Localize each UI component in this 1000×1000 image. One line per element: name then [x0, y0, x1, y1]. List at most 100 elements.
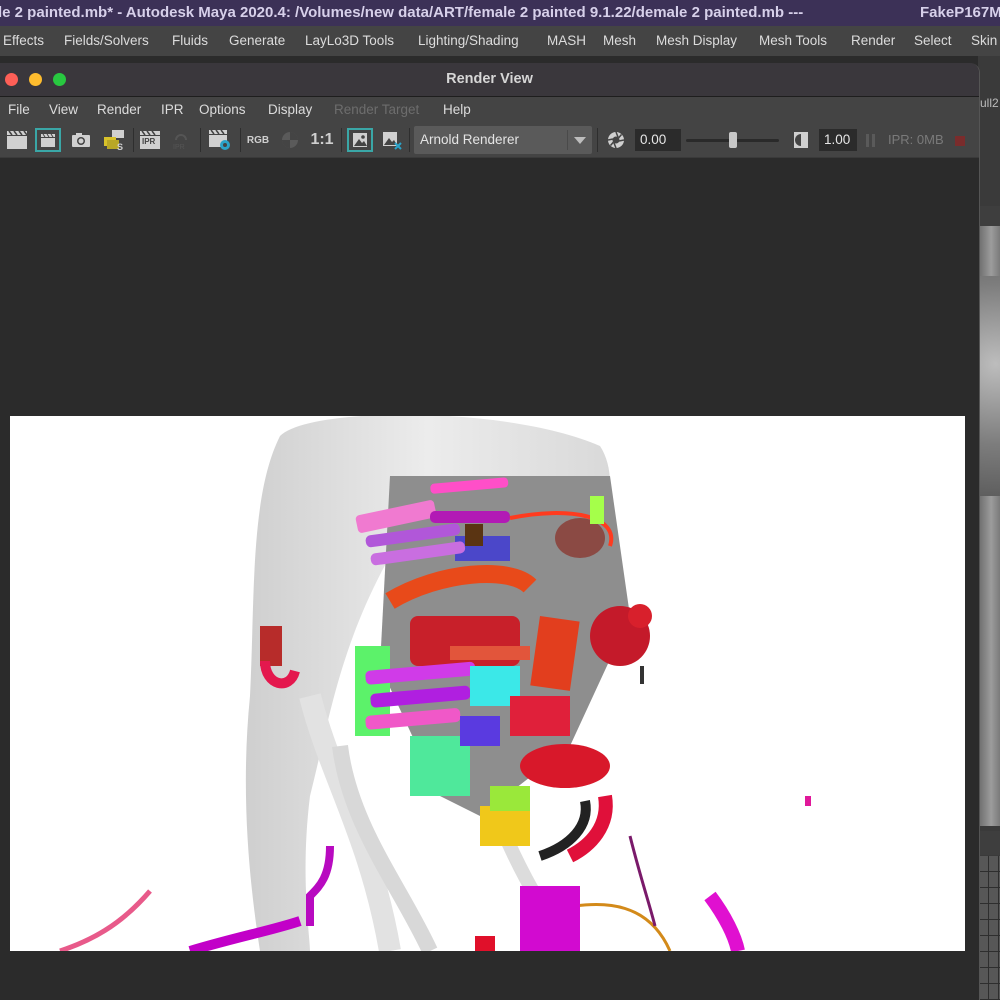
renderer-value: Arnold Renderer: [420, 132, 520, 147]
menu-mash[interactable]: MASH: [547, 26, 586, 56]
stroke: [520, 744, 610, 788]
gamma-slider-handle[interactable]: [728, 132, 737, 148]
menu-mesh-tools[interactable]: Mesh Tools: [759, 26, 827, 56]
stroke: [450, 646, 530, 660]
stroke: [510, 696, 570, 736]
stroke: [260, 626, 282, 666]
render-view-menu-bar: File View Render IPR Options Display Ren…: [0, 97, 979, 123]
menu-fluids[interactable]: Fluids: [172, 26, 208, 56]
pause-icon: [866, 134, 869, 147]
ipr-render-button[interactable]: IPR: [137, 128, 163, 152]
menu-render[interactable]: Render: [851, 26, 895, 56]
ipr-memory-label: IPR: 0MB: [888, 132, 944, 147]
gamma-value: 1.00: [824, 132, 851, 147]
menu-select[interactable]: Select: [914, 26, 952, 56]
rv-menu-file[interactable]: File: [8, 97, 30, 123]
gamma-field[interactable]: 1.00: [819, 129, 857, 151]
background-viewport: ull2: [978, 56, 1000, 1000]
rendered-image-art: [59, 416, 811, 951]
render-view-titlebar[interactable]: Render View: [0, 63, 979, 97]
camera-icon: [72, 133, 90, 147]
exposure-icon: [282, 132, 298, 148]
app-title-bar: le 2 painted.mb* - Autodesk Maya 2020.4:…: [0, 0, 1000, 26]
toolbar-separator: [200, 128, 201, 152]
stop-render-button[interactable]: [955, 136, 965, 146]
renderer-dropdown[interactable]: Arnold Renderer: [414, 126, 592, 154]
stroke: [59, 889, 152, 951]
stroke: [628, 604, 652, 628]
toolbar-separator: [133, 128, 134, 152]
rendered-image[interactable]: [10, 416, 965, 951]
real-size-label: 1:1: [310, 131, 334, 148]
stroke: [430, 511, 510, 523]
render-region-icon: [41, 133, 55, 147]
exposure-icon-button[interactable]: [604, 128, 628, 152]
rv-menu-view[interactable]: View: [49, 97, 78, 123]
exposure-field[interactable]: 0.00: [635, 129, 681, 151]
menu-fields-solvers[interactable]: Fields/Solvers: [64, 26, 149, 56]
exposure-toggle-button[interactable]: [278, 128, 302, 152]
gamma-icon-button[interactable]: [788, 128, 812, 152]
keep-image-button[interactable]: [347, 128, 373, 152]
menu-lighting-shading[interactable]: Lighting/Shading: [418, 26, 519, 56]
menu-laylo3d-tools[interactable]: LayLo3D Tools: [305, 26, 394, 56]
render-settings-button[interactable]: [206, 128, 234, 152]
menu-effects[interactable]: Effects: [3, 26, 44, 56]
app-title: le 2 painted.mb* - Autodesk Maya 2020.4:…: [0, 4, 804, 21]
stroke: [306, 845, 334, 926]
viewport-label: ull2: [980, 96, 999, 110]
stroke: [465, 524, 483, 546]
render-region-button[interactable]: [35, 128, 61, 152]
rv-menu-ipr[interactable]: IPR: [161, 97, 184, 123]
stroke: [704, 891, 745, 951]
render-sequence-icon: S: [104, 130, 124, 151]
svg-text:IPR: IPR: [173, 144, 185, 150]
viewport-grid: [978, 856, 1000, 1000]
remove-image-icon: [383, 132, 402, 150]
render-canvas-area[interactable]: [0, 158, 979, 1000]
menu-generate[interactable]: Generate: [229, 26, 285, 56]
menu-skin[interactable]: Skin: [971, 26, 997, 56]
app-title-suffix: FakeP167M: [920, 4, 1000, 21]
refresh-ipr-icon: IPR: [173, 134, 187, 150]
rv-menu-render[interactable]: Render: [97, 97, 141, 123]
gamma-icon: [794, 132, 808, 148]
render-settings-icon: [209, 129, 230, 150]
stroke: [475, 936, 495, 951]
snapshot-button[interactable]: [68, 128, 94, 152]
real-size-button[interactable]: 1:1: [308, 128, 336, 152]
exposure-value: 0.00: [640, 132, 667, 147]
rv-menu-display[interactable]: Display: [268, 97, 312, 123]
rgb-channels-button[interactable]: RGB: [244, 128, 272, 152]
render-view-toolbar: S IPR IPR RGB 1:1 Arnold Renderer 0.00 1…: [0, 123, 979, 158]
toolbar-separator: [341, 128, 342, 152]
rv-menu-help[interactable]: Help: [443, 97, 471, 123]
menu-mesh-display[interactable]: Mesh Display: [656, 26, 737, 56]
rgb-label: RGB: [246, 134, 270, 146]
render-view-title: Render View: [446, 71, 533, 87]
stroke: [480, 806, 530, 846]
stroke: [590, 496, 604, 524]
clapperboard-icon: [7, 130, 28, 149]
main-menu-bar: Effects Fields/Solvers Fluids Generate L…: [0, 26, 1000, 56]
refresh-ipr-button: IPR: [168, 128, 194, 152]
viewport-toolbar-lower: [978, 831, 1000, 855]
menu-mesh[interactable]: Mesh: [603, 26, 636, 56]
svg-text:S: S: [117, 142, 123, 151]
stroke: [460, 716, 500, 746]
remove-image-button[interactable]: [379, 128, 405, 152]
toolbar-separator: [240, 128, 241, 152]
stroke: [520, 886, 580, 951]
toolbar-separator: [597, 128, 598, 152]
toolbar-separator: [409, 128, 410, 152]
redo-render-button[interactable]: [4, 128, 30, 152]
viewport-toolbar: [978, 206, 1000, 226]
chevron-down-icon: [574, 137, 586, 144]
pause-ipr-button[interactable]: [866, 134, 876, 147]
aperture-icon: [607, 131, 625, 149]
render-sequence-button[interactable]: S: [100, 128, 128, 152]
rv-menu-render-target: Render Target: [334, 102, 420, 117]
viewport-model: [978, 276, 1000, 496]
keep-image-icon: [353, 133, 367, 147]
rv-menu-options[interactable]: Options: [199, 97, 246, 123]
